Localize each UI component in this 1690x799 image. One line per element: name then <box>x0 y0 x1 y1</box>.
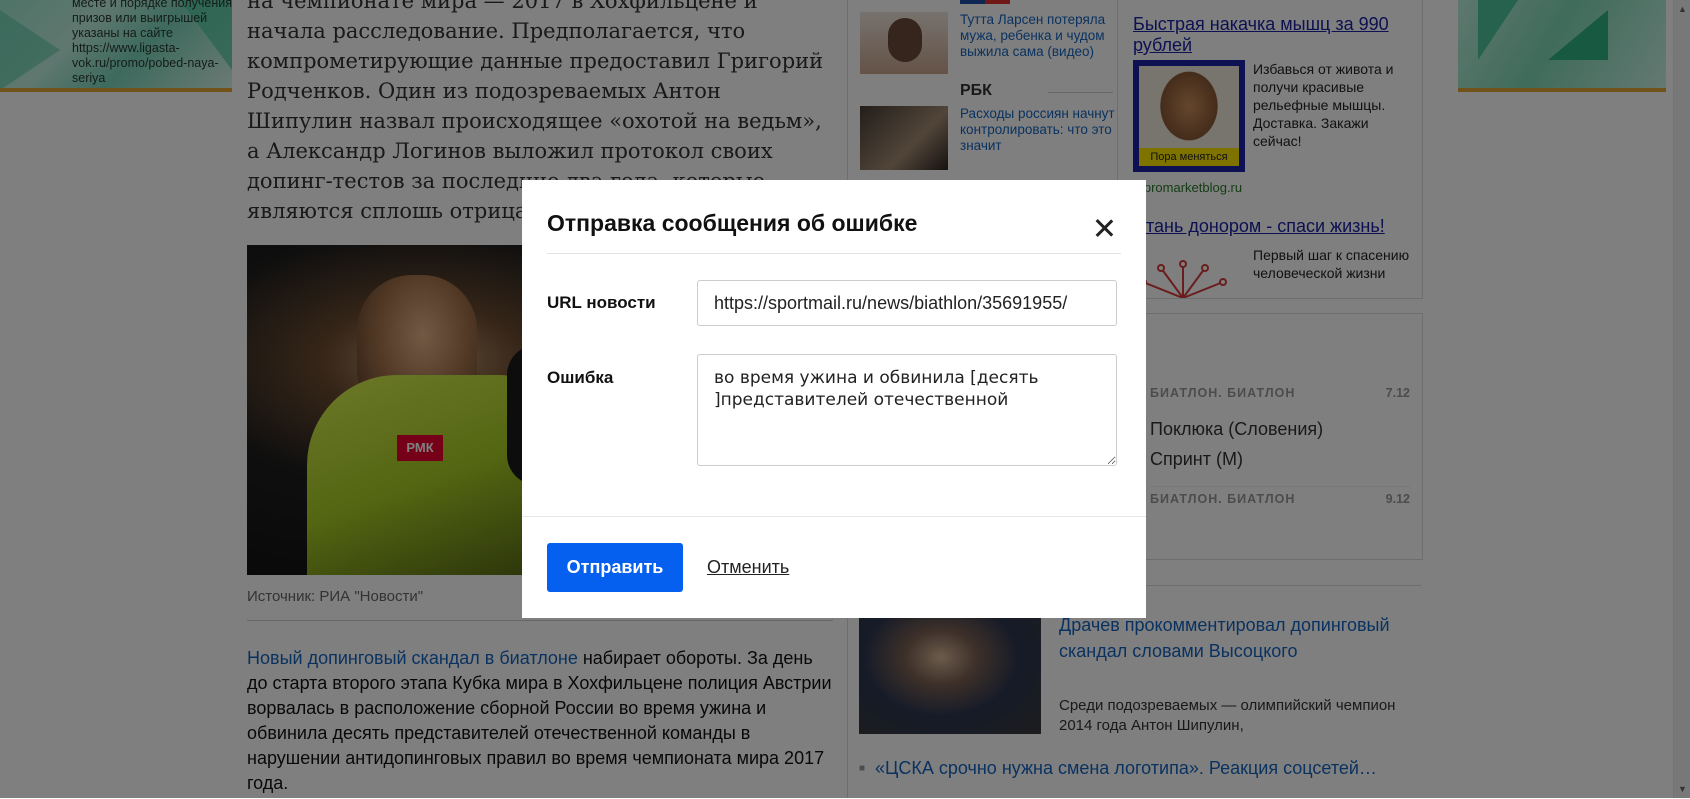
error-textarea[interactable]: во время ужина и обвинила [десять ]предс… <box>697 354 1117 466</box>
url-label: URL новости <box>547 293 656 312</box>
close-icon[interactable] <box>1092 216 1116 240</box>
divider <box>522 516 1146 517</box>
cancel-button[interactable]: Отменить <box>707 557 789 578</box>
divider <box>547 253 1121 254</box>
url-input[interactable] <box>697 280 1117 326</box>
submit-button[interactable]: Отправить <box>547 543 683 592</box>
error-label: Ошибка <box>547 368 614 387</box>
error-report-dialog: Отправка сообщения об ошибке URL новости… <box>522 180 1146 618</box>
dialog-title: Отправка сообщения об ошибке <box>547 210 918 236</box>
